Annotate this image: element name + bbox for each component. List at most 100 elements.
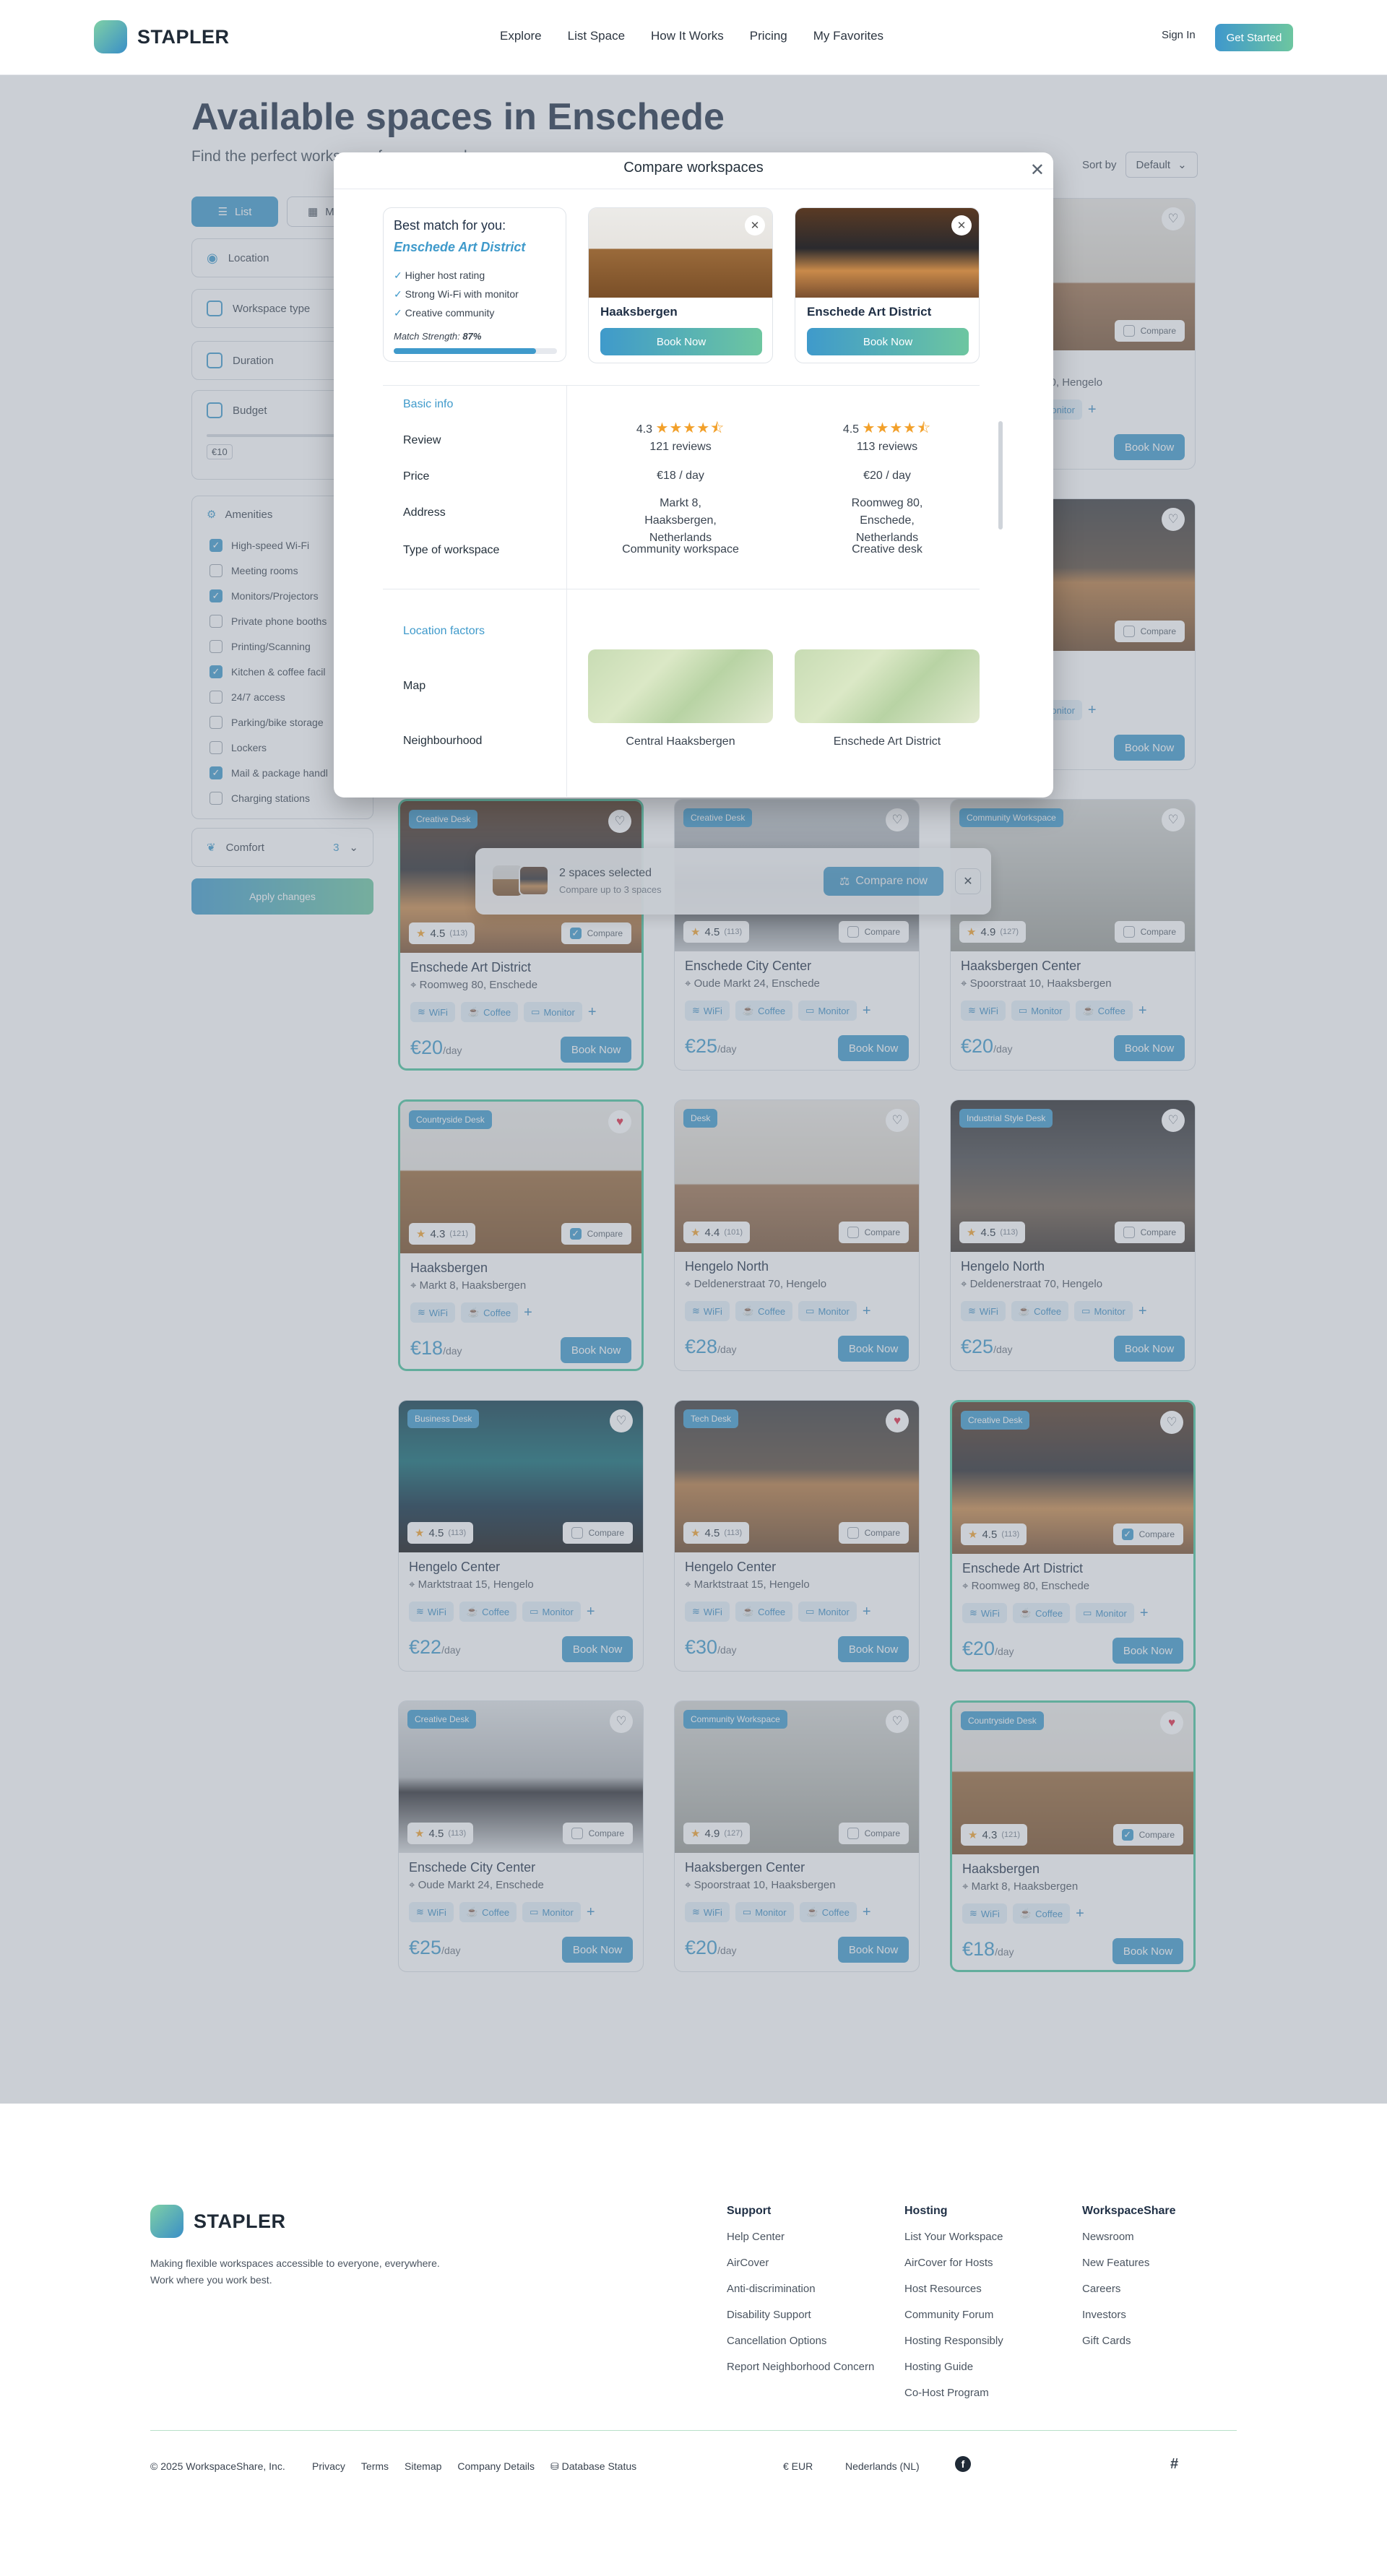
database-status-label: Database Status xyxy=(561,2460,637,2472)
privacy-link[interactable]: Privacy xyxy=(312,2460,345,2473)
footer-link[interactable]: Co-Host Program xyxy=(904,2387,1003,2413)
match-strength-fill xyxy=(394,348,536,354)
logo-icon xyxy=(150,2205,183,2238)
best-match-points: ✓ Higher host rating ✓ Strong Wi-Fi with… xyxy=(394,266,519,322)
currency-selector[interactable]: € EUR xyxy=(783,2460,813,2472)
hashtag-icon[interactable]: # xyxy=(1170,2456,1178,2473)
footer-link[interactable]: Community Forum xyxy=(904,2309,1003,2335)
best-point: Strong Wi-Fi with monitor xyxy=(405,288,519,300)
match-strength-label: Match Strength: xyxy=(394,331,460,342)
row-address-label: Address xyxy=(403,506,446,519)
database-status-link[interactable]: ⛁ Database Status xyxy=(550,2460,636,2473)
compare-card-1: ✕ Haaksbergen Book Now xyxy=(588,207,773,363)
row-type-label: Type of workspace xyxy=(403,544,500,556)
price-value-2: €20 / day xyxy=(863,470,911,482)
compare-card-2: ✕ Enschede Art District Book Now xyxy=(795,207,980,363)
check-icon: ✓ xyxy=(394,269,402,281)
map-thumbnail-2[interactable] xyxy=(795,649,980,723)
footer-link[interactable]: Careers xyxy=(1082,2283,1176,2309)
main-nav: Explore List Space How It Works Pricing … xyxy=(500,29,883,43)
address-value-2: Roomweg 80, Enschede, Netherlands xyxy=(851,497,923,544)
match-strength: Match Strength: 87% xyxy=(394,331,481,342)
footer-link[interactable]: Host Resources xyxy=(904,2283,1003,2309)
modal-scrollbar[interactable] xyxy=(998,421,1003,530)
footer-link[interactable]: List Your Workspace xyxy=(904,2231,1003,2257)
book-now-button[interactable]: Book Now xyxy=(807,328,969,355)
nav-how-it-works[interactable]: How It Works xyxy=(651,29,724,43)
footer-link[interactable]: Hosting Responsibly xyxy=(904,2335,1003,2361)
remove-icon[interactable]: ✕ xyxy=(745,215,765,235)
footer-link[interactable]: Gift Cards xyxy=(1082,2335,1176,2361)
footer-col-title: Hosting xyxy=(904,2205,948,2217)
row-price-label: Price xyxy=(403,470,430,483)
type-value-1: Community workspace xyxy=(622,543,739,556)
brand-logo[interactable]: STAPLER xyxy=(94,20,230,53)
footer-link[interactable]: Help Center xyxy=(727,2231,874,2257)
price-value-1: €18 / day xyxy=(657,470,704,482)
table-column-divider xyxy=(566,385,567,797)
get-started-button[interactable]: Get Started xyxy=(1215,24,1293,51)
sign-in-button[interactable]: Sign In xyxy=(1162,29,1196,41)
language-selector[interactable]: Nederlands (NL) xyxy=(845,2460,920,2472)
footer-link[interactable]: Hosting Guide xyxy=(904,2361,1003,2387)
map-thumbnail-1[interactable] xyxy=(588,649,773,723)
check-icon: ✓ xyxy=(394,288,402,300)
terms-link[interactable]: Terms xyxy=(361,2460,389,2473)
nav-list-space[interactable]: List Space xyxy=(568,29,625,43)
copyright: © 2025 WorkspaceShare, Inc. xyxy=(150,2460,285,2472)
footer-link[interactable]: Anti-discrimination xyxy=(727,2283,874,2309)
compare-modal: Compare workspaces ✕ Best match for you:… xyxy=(334,152,1053,798)
rating-value: 4.3 xyxy=(636,423,653,436)
row-neighbourhood-label: Neighbourhood xyxy=(403,735,483,747)
sitemap-link[interactable]: Sitemap xyxy=(405,2460,441,2473)
reviews-count-1: 121 reviews xyxy=(649,441,712,453)
footer-link[interactable]: Newsroom xyxy=(1082,2231,1176,2257)
review-value-1: 4.3 ★★★★⯪ xyxy=(588,420,773,438)
compare-card-name: Haaksbergen xyxy=(600,305,678,319)
book-now-button[interactable]: Book Now xyxy=(600,328,762,355)
footer-link[interactable]: AirCover for Hosts xyxy=(904,2257,1003,2283)
footer-logo[interactable]: STAPLER xyxy=(150,2205,286,2238)
close-icon[interactable]: ✕ xyxy=(1030,160,1045,181)
company-details-link[interactable]: Company Details xyxy=(457,2460,535,2473)
compare-card-name: Enschede Art District xyxy=(807,305,932,319)
best-match-card: Best match for you: Enschede Art Distric… xyxy=(383,207,566,362)
best-match-title: Best match for you: xyxy=(394,218,506,233)
footer-legal-links: Privacy Terms Sitemap Company Details ⛁ … xyxy=(312,2460,636,2473)
best-point: Creative community xyxy=(405,307,495,319)
footer-link[interactable]: Cancellation Options xyxy=(727,2335,874,2361)
facebook-icon[interactable]: f xyxy=(955,2456,971,2472)
footer-link[interactable]: Investors xyxy=(1082,2309,1176,2335)
footer-col-title: Support xyxy=(727,2205,772,2217)
footer-link[interactable]: Disability Support xyxy=(727,2309,874,2335)
type-value-2: Creative desk xyxy=(852,543,922,556)
nav-explore[interactable]: Explore xyxy=(500,29,542,43)
nav-my-favorites[interactable]: My Favorites xyxy=(813,29,883,43)
section-basic-info: Basic info xyxy=(403,398,454,410)
modal-title: Compare workspaces xyxy=(623,160,764,176)
star-rating-icon: ★★★★⯪ xyxy=(655,420,725,436)
footer-col-workspaceshare: WorkspaceShare Newsroom New Features Car… xyxy=(1082,2205,1176,2361)
compare-bar-dim xyxy=(475,848,991,915)
rating-value: 4.5 xyxy=(842,423,860,436)
row-review-label: Review xyxy=(403,434,441,446)
brand-name: STAPLER xyxy=(137,25,230,48)
match-strength-bar xyxy=(394,348,557,354)
footer-link[interactable]: Report Neighborhood Concern xyxy=(727,2361,874,2387)
footer-tagline-1: Making flexible workspaces accessible to… xyxy=(150,2257,440,2269)
nav-pricing[interactable]: Pricing xyxy=(750,29,787,43)
footer-tagline: Making flexible workspaces accessible to… xyxy=(150,2255,440,2288)
address-value-1: Markt 8, Haaksbergen, Netherlands xyxy=(644,497,717,544)
best-point: Higher host rating xyxy=(405,269,485,281)
review-value-2: 4.5 ★★★★⯪ xyxy=(795,420,980,438)
table-divider xyxy=(383,385,980,386)
remove-icon[interactable]: ✕ xyxy=(951,215,972,235)
row-map-label: Map xyxy=(403,680,426,692)
top-navbar: STAPLER Explore List Space How It Works … xyxy=(0,0,1387,75)
footer-col-title: WorkspaceShare xyxy=(1082,2205,1176,2217)
star-rating-icon: ★★★★⯪ xyxy=(862,420,932,436)
footer-link[interactable]: New Features xyxy=(1082,2257,1176,2283)
footer-link[interactable]: AirCover xyxy=(727,2257,874,2283)
footer-col-hosting: Hosting List Your Workspace AirCover for… xyxy=(904,2205,1003,2413)
match-strength-value: 87% xyxy=(462,331,482,342)
